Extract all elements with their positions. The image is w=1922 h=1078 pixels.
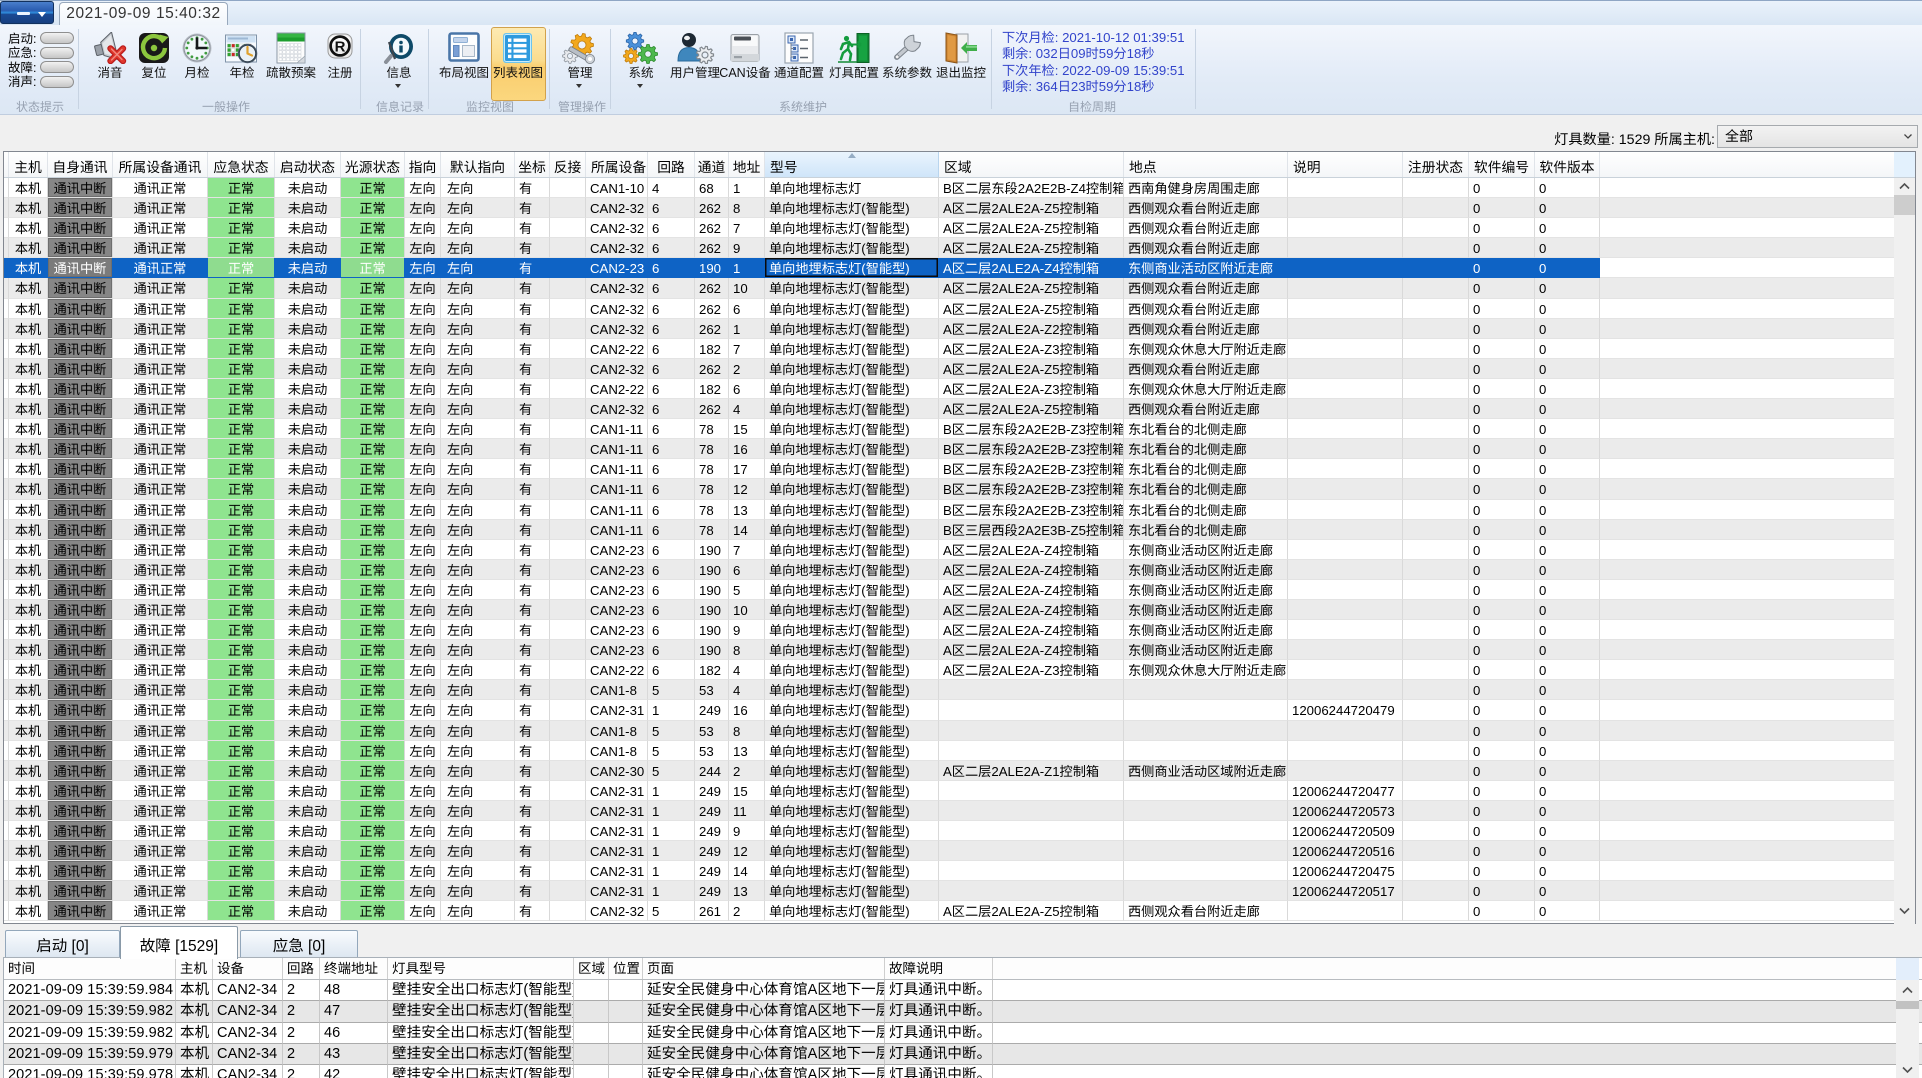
svg-text:R: R — [335, 39, 346, 56]
